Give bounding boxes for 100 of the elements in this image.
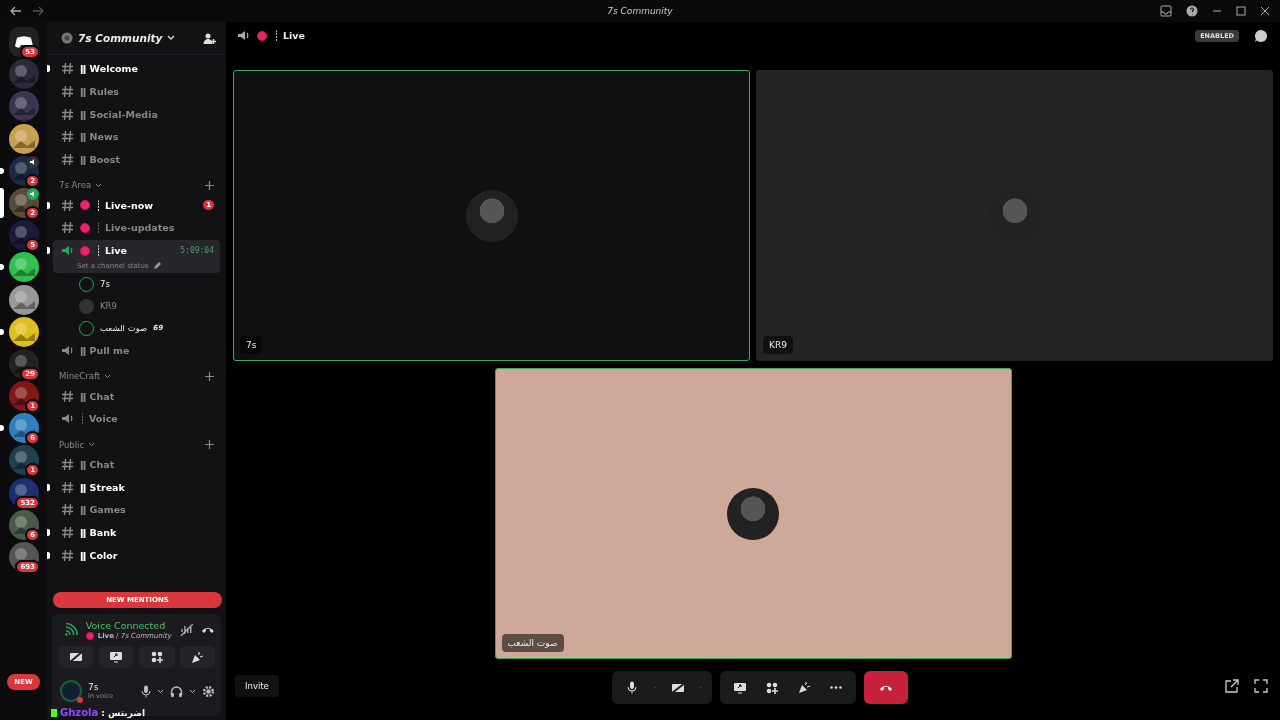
inbox-icon[interactable]: [1160, 5, 1172, 17]
add-friend-icon[interactable]: [203, 31, 216, 45]
hash-icon: [61, 525, 74, 539]
user-avatar[interactable]: [79, 276, 94, 292]
pop-out-icon[interactable]: [1225, 678, 1239, 693]
category-label[interactable]: 7s Area: [59, 180, 92, 191]
hash-icon: [61, 107, 74, 121]
unread-indicator: [47, 483, 50, 491]
category-label[interactable]: MineCraft: [59, 371, 101, 382]
call-timer: 5:09:04: [180, 246, 214, 256]
caret-icon[interactable]: [189, 688, 196, 694]
username: 7s: [88, 682, 100, 692]
video-tile[interactable]: صوت الشعب: [494, 368, 1012, 660]
unread-indicator: [47, 247, 50, 255]
video-tile[interactable]: 7s: [233, 70, 750, 362]
channel-name[interactable]: ┊ Live: [96, 245, 127, 257]
maximize-icon[interactable]: [1236, 6, 1246, 16]
activities-button[interactable]: [139, 646, 175, 668]
server-name[interactable]: 7s Community: [78, 32, 163, 44]
share-screen-button[interactable]: [98, 646, 134, 668]
soundboard-icon: [190, 650, 204, 664]
status-dot-icon: [257, 30, 267, 41]
channel-name[interactable]: ┊ Live-now: [96, 199, 153, 211]
channel-name[interactable]: ǁ Boost: [80, 154, 121, 166]
overlay-logo-icon: [51, 708, 57, 717]
camera-off-button[interactable]: [58, 646, 94, 668]
participant-name: صوت الشعب: [501, 634, 564, 653]
back-icon[interactable]: [10, 6, 22, 16]
microphone-icon[interactable]: [141, 684, 151, 698]
soundboard-icon: [797, 681, 811, 695]
hash-icon: [61, 548, 74, 562]
video-tile[interactable]: KR9: [756, 70, 1273, 362]
home-icon[interactable]: [8, 27, 39, 57]
unread-indicator: [47, 528, 50, 536]
channel-name[interactable]: ǁ Social-Media: [80, 108, 158, 120]
user-avatar[interactable]: [60, 680, 82, 702]
server-icon[interactable]: [8, 252, 39, 283]
channel-name[interactable]: ǁ Pull me: [80, 344, 130, 356]
category-label[interactable]: Public: [59, 439, 85, 450]
add-channel-icon[interactable]: [205, 180, 214, 190]
camera-off-icon: [68, 651, 83, 663]
member-name[interactable]: 7s: [100, 279, 110, 289]
settings-icon[interactable]: [202, 684, 215, 698]
fullscreen-icon[interactable]: [1254, 678, 1268, 693]
channel-title: ┊ Live: [274, 30, 305, 42]
close-icon[interactable]: [1260, 6, 1270, 16]
user-avatar[interactable]: [79, 320, 94, 336]
server-icon[interactable]: [8, 284, 39, 315]
member-name[interactable]: KR9: [100, 301, 117, 311]
caret-icon[interactable]: [157, 688, 164, 694]
headphones-icon[interactable]: [170, 684, 183, 698]
add-channel-icon[interactable]: [205, 440, 214, 450]
screen-share-icon: [733, 681, 747, 694]
server-icon[interactable]: [8, 413, 39, 444]
invite-button[interactable]: Invite: [235, 674, 279, 697]
noise-suppression-icon[interactable]: [179, 623, 194, 637]
hash-icon: [61, 62, 74, 76]
phone-icon: [879, 683, 893, 692]
more-icon: [830, 686, 842, 690]
server-badge-icon: [61, 32, 73, 44]
channel-name[interactable]: ǁ Color: [80, 549, 118, 561]
channel-name[interactable]: ǁ News: [80, 131, 119, 143]
member-name[interactable]: صوت الشعب: [100, 323, 148, 333]
channel-name[interactable]: ┊ Live-updates: [96, 222, 175, 234]
channel-name[interactable]: ǁ Welcome: [80, 63, 138, 75]
screen-share-icon: [109, 651, 124, 663]
hash-icon: [61, 221, 74, 235]
channel-name[interactable]: ǁ Chat: [80, 458, 115, 470]
unread-indicator: [0, 264, 4, 271]
channel-name[interactable]: ǁ Streak: [80, 481, 125, 493]
pencil-icon[interactable]: [152, 261, 161, 270]
status-dot-icon: [80, 200, 90, 211]
status-dot-icon: [85, 632, 94, 640]
channel-name[interactable]: ǁ Bank: [80, 526, 117, 538]
soundboard-button[interactable]: [179, 646, 215, 668]
voice-status: Voice Connected: [85, 620, 167, 631]
signal-icon: [64, 623, 78, 637]
server-icon[interactable]: [8, 123, 39, 154]
add-channel-icon[interactable]: [205, 371, 214, 381]
status-dot-icon: [80, 222, 90, 233]
unread-indicator: [47, 551, 50, 559]
participant-name: KR9: [763, 336, 793, 355]
channel-name[interactable]: ǁ Rules: [80, 86, 119, 98]
user-avatar: [727, 487, 779, 540]
unread-indicator: [0, 167, 4, 174]
chat-icon[interactable]: [1254, 28, 1268, 43]
activities-icon: [766, 681, 778, 694]
channel-name[interactable]: ǁ Chat: [80, 390, 115, 402]
forward-icon[interactable]: [32, 6, 44, 16]
unread-indicator: [47, 201, 50, 209]
channel-name[interactable]: ǁ Games: [80, 504, 126, 516]
hash-icon: [61, 389, 74, 403]
help-icon[interactable]: [1186, 5, 1198, 17]
disconnect-button[interactable]: [864, 671, 908, 705]
channel-name[interactable]: ┊ Voice: [80, 413, 118, 425]
speaker-icon: [237, 29, 250, 43]
speaker-icon: [61, 412, 74, 426]
hash-icon: [61, 480, 74, 494]
server-icon[interactable]: [8, 316, 39, 347]
speaker-icon: [61, 343, 74, 357]
